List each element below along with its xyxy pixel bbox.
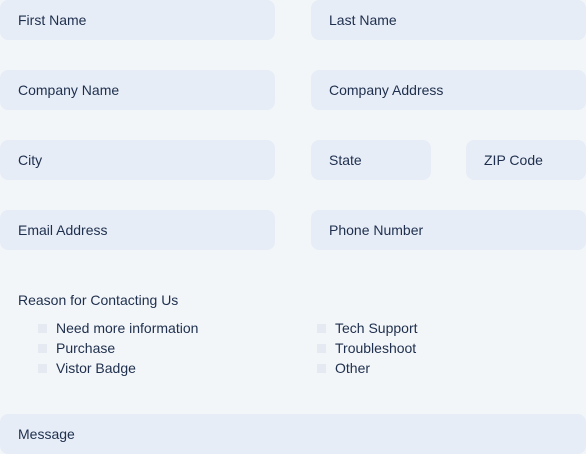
first-name-input[interactable] (0, 0, 275, 40)
email-input[interactable] (0, 210, 275, 250)
reason-option-other[interactable]: Other (317, 360, 370, 376)
checkbox[interactable] (38, 323, 47, 333)
last-name-input[interactable] (311, 0, 586, 40)
phone-input[interactable] (311, 210, 586, 250)
reason-option-more-info[interactable]: Need more information (38, 320, 198, 336)
checkbox[interactable] (38, 363, 47, 373)
option-label: Purchase (56, 340, 116, 356)
reason-title: Reason for Contacting Us (18, 292, 179, 308)
checkbox[interactable] (317, 323, 326, 333)
reason-option-purchase[interactable]: Purchase (38, 340, 115, 356)
option-label: Vistor Badge (56, 360, 136, 376)
checkbox[interactable] (317, 363, 326, 373)
message-textarea[interactable] (0, 414, 586, 454)
option-label: Tech Support (335, 320, 418, 336)
option-label: Need more information (56, 320, 199, 336)
checkbox[interactable] (317, 343, 326, 353)
zip-code-input[interactable] (466, 140, 586, 180)
city-input[interactable] (0, 140, 275, 180)
company-address-input[interactable] (311, 70, 586, 110)
checkbox[interactable] (38, 343, 47, 353)
option-label: Troubleshoot (335, 340, 417, 356)
company-name-input[interactable] (0, 70, 275, 110)
reason-option-visitor-badge[interactable]: Vistor Badge (38, 360, 136, 376)
reason-option-tech-support[interactable]: Tech Support (317, 320, 418, 336)
contact-form: Reason for Contacting Us Need more infor… (0, 0, 586, 454)
option-label: Other (335, 360, 371, 376)
state-input[interactable] (311, 140, 431, 180)
reason-option-troubleshoot[interactable]: Troubleshoot (317, 340, 416, 356)
